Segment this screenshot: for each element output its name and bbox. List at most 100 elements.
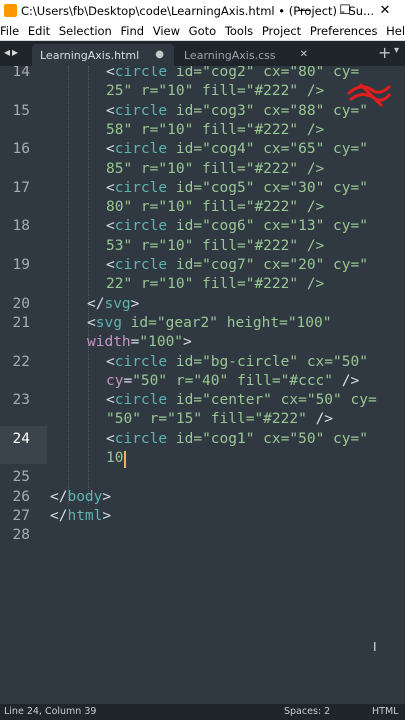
code-token: "100" <box>287 314 332 331</box>
menu-tools[interactable]: Tools <box>225 22 258 39</box>
code-line[interactable]: 80" r="10" fill="#222" /> <box>106 199 324 215</box>
code-token: = <box>350 218 360 235</box>
code-line[interactable]: width="100"> <box>87 334 192 350</box>
menu-project[interactable]: Project <box>262 22 306 39</box>
menu-goto[interactable]: Goto <box>189 22 222 39</box>
code-line[interactable]: <circle id="bg-circle" cx="50" <box>106 354 368 370</box>
code-token: "13" <box>289 218 325 235</box>
code-token: = <box>193 257 203 273</box>
code-token: "cog5" <box>202 179 255 196</box>
code-token: " r=" <box>123 237 168 254</box>
line-number: 17 <box>12 179 30 196</box>
code-token: #222 <box>254 160 290 177</box>
code-token: "20" <box>289 257 325 273</box>
code-token: id <box>167 392 194 409</box>
tab-learningaxis-css[interactable]: LearningAxis.css ✕ <box>176 44 318 66</box>
code-line[interactable]: <circle id="cog4" cx="65" cy=" <box>106 141 368 157</box>
line-number: 25 <box>12 469 30 486</box>
code-token: 10 <box>167 121 185 138</box>
minimize-button[interactable]: — <box>285 0 325 22</box>
tab-learningaxis-html[interactable]: LearningAxis.html ● <box>32 44 174 66</box>
code-line[interactable]: cy="50" r="40" fill="#ccc" /> <box>106 373 359 389</box>
unsaved-dot-icon[interactable]: ● <box>155 49 164 60</box>
code-token: cx <box>298 353 325 370</box>
code-token: " fill=" <box>184 276 255 293</box>
code-token: r <box>167 372 185 389</box>
code-line[interactable]: 85" r="10" fill="#222" /> <box>106 161 324 177</box>
code-line[interactable]: <circle id="cog1" cx="50" cy=" <box>106 431 368 447</box>
code-token: = <box>193 353 203 370</box>
code-token: "cog2" <box>202 66 255 80</box>
code-line[interactable]: 58" r="10" fill="#222" /> <box>106 122 324 138</box>
tab-dropdown-icon[interactable]: ▾ <box>394 45 399 56</box>
code-token: " /> <box>289 199 325 216</box>
code-line[interactable]: 22" r="10" fill="#222" /> <box>106 276 324 292</box>
code-token: id <box>167 430 194 447</box>
code-line[interactable]: <circle id="cog3" cx="88" cy=" <box>106 103 368 119</box>
line-number: 15 <box>12 102 30 119</box>
code-line[interactable]: <circle id="cog6" cx="13" cy=" <box>106 218 368 234</box>
code-line[interactable]: <circle id="cog5" cx="30" cy=" <box>106 180 368 196</box>
menu-file[interactable]: File <box>0 22 24 39</box>
code-token: < <box>106 218 115 235</box>
code-token: " /> <box>289 121 325 138</box>
code-line[interactable]: 10 <box>106 450 123 466</box>
indentation-setting[interactable]: Spaces: 2 <box>284 706 330 717</box>
syntax-mode[interactable]: HTML <box>372 706 398 717</box>
code-token: < <box>106 353 115 370</box>
line-gutter: 14 15 16 17 18 19 20 21 22 23 24 25 26 27 28 <box>0 66 47 704</box>
code-token: "#ccc" <box>280 372 334 389</box>
code-token: 10 <box>106 450 124 466</box>
code-line[interactable]: <circle id="cog7" cx="20" cy=" <box>106 257 368 273</box>
menu-help[interactable]: Help <box>386 22 405 39</box>
menu-preferences[interactable]: Preferences <box>310 22 383 39</box>
new-tab-icon[interactable]: + <box>378 43 391 62</box>
maximize-button[interactable]: ☐ <box>325 0 365 22</box>
code-token: 58 <box>106 121 124 138</box>
cursor-position[interactable]: Line 24, Column 39 <box>4 706 96 717</box>
menu-selection[interactable]: Selection <box>59 22 117 39</box>
menu-find[interactable]: Find <box>121 22 150 39</box>
code-token: "cog1" <box>202 430 255 447</box>
code-token: cx <box>254 257 281 273</box>
code-token: "40" <box>193 372 229 389</box>
code-line[interactable]: 25" r="10" fill="#222" /> <box>106 83 324 99</box>
code-token: " r=" <box>123 83 168 100</box>
code-token: = <box>350 257 360 273</box>
code-token: "50" <box>106 411 141 428</box>
code-token: id <box>121 314 149 331</box>
line-number: 19 <box>12 257 30 273</box>
code-line[interactable]: <circle id="center" cx="50" cy= <box>106 392 377 408</box>
tab-nav-arrows-icon[interactable]: ◂▸ <box>4 45 20 59</box>
code-token: svg <box>95 314 122 331</box>
code-token: cx <box>254 179 281 196</box>
text-caret <box>124 451 126 468</box>
menu-edit[interactable]: Edit <box>28 22 55 39</box>
code-line[interactable]: </svg> <box>87 296 139 312</box>
menu-view[interactable]: View <box>153 22 185 39</box>
code-token: #222 <box>254 121 290 138</box>
indent-guide <box>88 66 89 506</box>
line-number: 20 <box>12 295 30 312</box>
code-line[interactable]: </html> <box>50 508 111 524</box>
code-token: cy <box>324 430 351 447</box>
code-token: id <box>167 353 194 370</box>
code-token: </ <box>87 295 105 312</box>
code-token: "cog6" <box>202 218 255 235</box>
line-number: 18 <box>12 218 30 235</box>
code-token: svg <box>104 295 131 312</box>
code-token: = <box>148 314 157 331</box>
code-line[interactable]: 53" r="10" fill="#222" /> <box>106 238 324 254</box>
code-token: cx <box>254 430 281 447</box>
code-line[interactable]: "50" r="15" fill="#222" /> <box>106 411 333 427</box>
code-token: cy <box>324 218 351 235</box>
code-line[interactable]: <circle id="cog2" cx="80" cy= <box>106 66 359 80</box>
code-token: > <box>130 295 140 312</box>
code-token: "50" <box>132 372 168 389</box>
code-line[interactable]: <svg id="gear2" height="100" <box>87 315 331 331</box>
tab-label: LearningAxis.html <box>40 49 140 62</box>
close-tab-icon[interactable]: ✕ <box>300 49 308 60</box>
code-editor[interactable]: 14 15 16 17 18 19 20 21 22 23 24 25 26 27 28 <circle i… <box>0 66 405 704</box>
close-button[interactable]: ✕ <box>365 0 405 22</box>
code-line[interactable]: </body> <box>50 489 111 505</box>
